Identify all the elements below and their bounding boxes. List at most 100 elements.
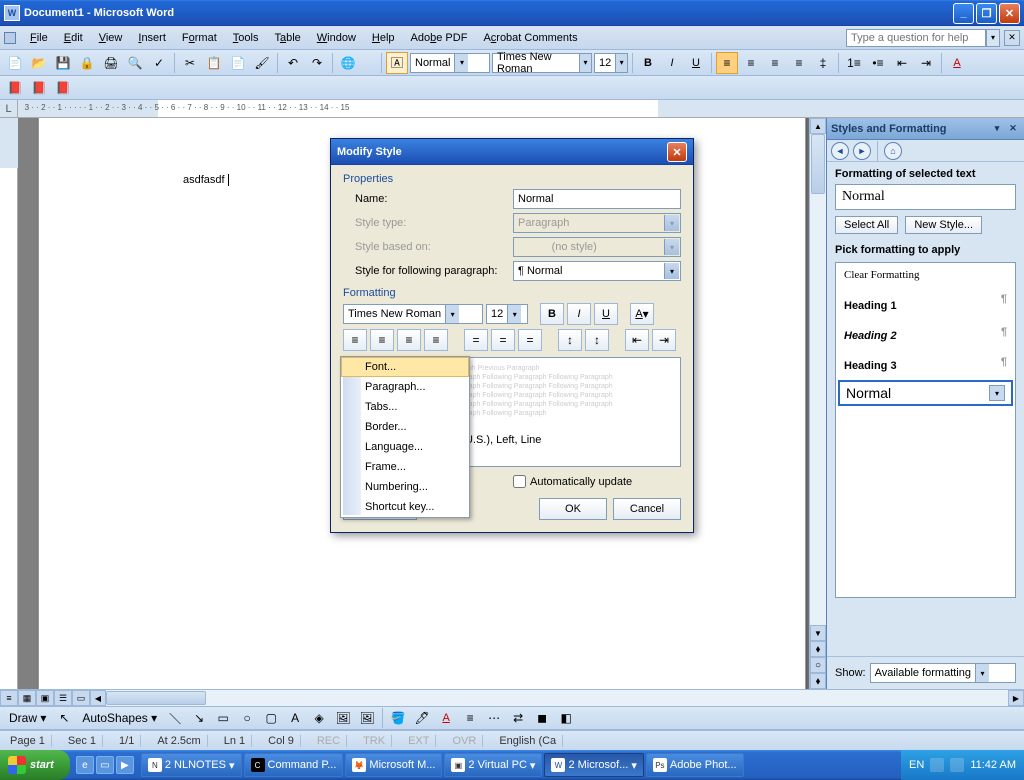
oval-icon[interactable]: ○	[236, 707, 258, 729]
autoshapes-button[interactable]: AutoShapes ▾	[77, 707, 162, 729]
dlg-underline-button[interactable]: U	[594, 303, 618, 325]
dlg-para-before[interactable]: ↕	[558, 329, 582, 351]
numbered-list-icon[interactable]: 1≡	[843, 52, 865, 74]
dlg-align-right[interactable]: ≡	[397, 329, 421, 351]
scroll-left-button[interactable]: ◀	[90, 690, 106, 706]
outline-view-button[interactable]: ☰	[54, 690, 72, 706]
name-input[interactable]	[513, 189, 681, 209]
scroll-down-button[interactable]: ▼	[810, 625, 826, 641]
format-menu-border[interactable]: Border...	[341, 417, 469, 437]
style-dropdown-icon[interactable]: ▾	[989, 385, 1005, 401]
auto-update-check-input[interactable]	[513, 475, 526, 488]
format-painter-icon[interactable]: 🖌	[251, 52, 273, 74]
scroll-thumb[interactable]	[811, 134, 825, 194]
maximize-button[interactable]: ❐	[976, 3, 997, 24]
doc-close-button[interactable]: ✕	[1004, 30, 1020, 46]
dlg-bold-button[interactable]: B	[540, 303, 564, 325]
open-icon[interactable]: 📂	[28, 52, 50, 74]
dlg-indent-inc[interactable]: ⇥	[652, 329, 676, 351]
spellcheck-icon[interactable]: ✓	[148, 52, 170, 74]
menu-tools[interactable]: Tools	[225, 29, 267, 47]
save-icon[interactable]: 💾	[52, 52, 74, 74]
dialog-titlebar[interactable]: Modify Style ✕	[331, 139, 693, 165]
nav-home-button[interactable]: ⌂	[884, 142, 902, 160]
vertical-scrollbar[interactable]: ▲ ▼ ⬧ ○ ⬧	[809, 118, 826, 689]
format-menu-numbering[interactable]: Numbering...	[341, 477, 469, 497]
font-color-draw-icon[interactable]: A	[435, 707, 457, 729]
tray-clock[interactable]: 11:42 AM	[970, 759, 1016, 771]
paste-icon[interactable]: 📄	[227, 52, 249, 74]
current-style-box[interactable]: Normal	[835, 184, 1016, 210]
pdf-icon-2[interactable]: 📕	[28, 77, 50, 99]
status-ext[interactable]: EXT	[402, 735, 436, 747]
horizontal-scrollbar[interactable]: ◀ ▶	[90, 690, 1024, 706]
align-justify-icon[interactable]: ≡	[788, 52, 810, 74]
help-search-dropdown[interactable]: ▾	[986, 29, 1000, 47]
line-style-icon[interactable]: ≡	[459, 707, 481, 729]
menu-help[interactable]: Help	[364, 29, 403, 47]
tray-icon-2[interactable]	[950, 758, 964, 772]
format-menu-font[interactable]: Font...	[341, 357, 469, 377]
taskbar-item-nlnotes[interactable]: N2 NLNOTES▾	[141, 753, 242, 777]
pdf-icon-3[interactable]: 📕	[52, 77, 74, 99]
bulleted-list-icon[interactable]: •≡	[867, 52, 889, 74]
dlg-indent-dec[interactable]: ⇤	[625, 329, 649, 351]
rectangle-icon[interactable]: ▭	[212, 707, 234, 729]
print-preview-icon[interactable]: 🔍	[124, 52, 146, 74]
new-style-button[interactable]: New Style...	[905, 216, 982, 234]
reading-layout-button[interactable]: ▭	[72, 690, 90, 706]
menu-table[interactable]: Table	[266, 29, 308, 47]
align-left-icon[interactable]: ≡	[716, 52, 738, 74]
dlg-italic-button[interactable]: I	[567, 303, 591, 325]
print-icon[interactable]: 🖨	[100, 52, 122, 74]
underline-icon[interactable]: U	[685, 52, 707, 74]
arrow-style-icon[interactable]: ⇄	[507, 707, 529, 729]
minimize-button[interactable]: _	[953, 3, 974, 24]
menu-window[interactable]: Window	[309, 29, 364, 47]
format-menu-paragraph[interactable]: Paragraph...	[341, 377, 469, 397]
following-select[interactable]: ¶ Normal▾	[513, 261, 681, 281]
task-pane-menu-button[interactable]: ▾	[990, 122, 1004, 136]
font-color-icon[interactable]: A	[946, 52, 968, 74]
wordart-icon[interactable]: A	[284, 707, 306, 729]
format-menu-frame[interactable]: Frame...	[341, 457, 469, 477]
menu-adobe-pdf[interactable]: Adobe PDF	[403, 29, 476, 47]
font-size-combo[interactable]: 12▾	[594, 53, 628, 73]
show-combo[interactable]: Available formatting▾	[870, 663, 1016, 683]
select-all-button[interactable]: Select All	[835, 216, 898, 234]
menu-format[interactable]: Format	[174, 29, 225, 47]
document-text[interactable]: asdfasdf	[183, 171, 229, 188]
doc-control-icon[interactable]	[4, 32, 16, 44]
dlg-size-combo[interactable]: 12▾	[486, 304, 528, 324]
taskbar-item-photoshop[interactable]: PsAdobe Phot...	[646, 753, 744, 777]
line-spacing-icon[interactable]: ‡	[812, 52, 834, 74]
normal-view-button[interactable]: ≡	[0, 690, 18, 706]
taskbar-item-virtualpc[interactable]: ▣2 Virtual PC▾	[444, 753, 542, 777]
dlg-align-center[interactable]: ≡	[370, 329, 394, 351]
vertical-ruler[interactable]	[0, 118, 18, 689]
dlg-align-left[interactable]: ≡	[343, 329, 367, 351]
style-heading-1[interactable]: Heading 1¶	[836, 287, 1015, 320]
menu-acrobat-comments[interactable]: Acrobat Comments	[475, 29, 585, 47]
menu-view[interactable]: View	[91, 29, 131, 47]
italic-icon[interactable]: I	[661, 52, 683, 74]
dash-style-icon[interactable]: ⋯	[483, 707, 505, 729]
fill-color-icon[interactable]: 🪣	[387, 707, 409, 729]
decrease-indent-icon[interactable]: ⇤	[891, 52, 913, 74]
dlg-align-justify[interactable]: ≡	[424, 329, 448, 351]
dlg-spacing-1[interactable]: =	[464, 329, 488, 351]
print-layout-button[interactable]: ▣	[36, 690, 54, 706]
ql-media-icon[interactable]: ▶	[116, 756, 134, 774]
taskbar-item-word[interactable]: W2 Microsof...▾	[544, 753, 643, 777]
web-layout-button[interactable]: ▦	[18, 690, 36, 706]
dialog-close-button[interactable]: ✕	[667, 142, 687, 162]
start-button[interactable]: start	[0, 750, 70, 780]
ql-ie-icon[interactable]: e	[76, 756, 94, 774]
font-combo[interactable]: Times New Roman▾	[492, 53, 592, 73]
scroll-right-button[interactable]: ▶	[1008, 690, 1024, 706]
select-objects-icon[interactable]: ↖	[53, 707, 75, 729]
horizontal-ruler[interactable]: L 3 · · 2 · · 1 · · · · · 1 · · 2 · · 3 …	[0, 100, 1024, 118]
status-ovr[interactable]: OVR	[446, 735, 483, 747]
status-lang[interactable]: English (Ca	[493, 735, 563, 747]
task-pane-close-button[interactable]: ✕	[1006, 122, 1020, 136]
